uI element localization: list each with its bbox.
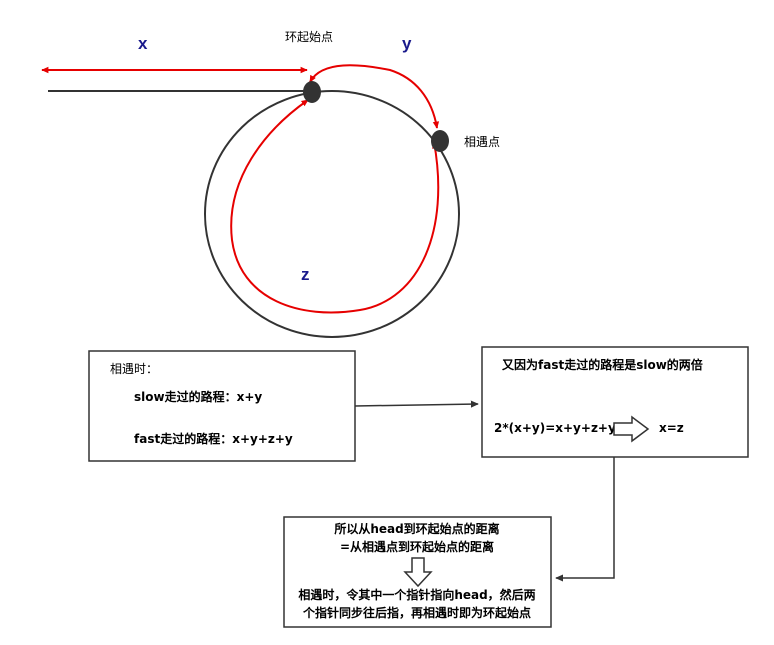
loop-start-label: 环起始点	[285, 30, 333, 44]
double-box-result: x=z	[659, 421, 684, 435]
x-label: x	[138, 34, 148, 53]
conclusion-line-1: 所以从head到环起始点的距离	[334, 521, 499, 536]
z-distance-arrow	[230, 99, 440, 314]
conclusion-line-4: 个指针同步往后指，再相遇时即为环起始点	[302, 605, 531, 620]
meet-box-slow: slow走过的路程：x+y	[134, 389, 262, 404]
y-distance-arrow	[309, 64, 440, 129]
meet-box-fast: fast走过的路程：x+y+z+y	[134, 431, 293, 446]
double-box-equation: 2*(x+y)=x+y+z+y	[494, 421, 616, 435]
loop-start-node	[303, 81, 321, 103]
conclusion-line-2: =从相遇点到环起始点的距离	[340, 539, 494, 554]
connector-meet-to-double	[354, 400, 479, 408]
linked-list-cycle-diagram: x y z 环起始点 相遇点 相遇时： slow走过的路程：x+y fast走过…	[41, 30, 749, 628]
z-label: z	[301, 265, 310, 284]
meeting-node	[431, 130, 449, 152]
connector-double-to-conclusion	[555, 457, 615, 582]
meet-box-title: 相遇时：	[110, 362, 158, 376]
loop-circle	[204, 90, 460, 338]
conclusion-line-3: 相遇时，令其中一个指针指向head，然后两	[298, 587, 535, 602]
y-label: y	[402, 34, 412, 53]
double-box-title: 又因为fast走过的路程是slow的两倍	[501, 357, 703, 372]
meeting-point-label: 相遇点	[464, 135, 500, 149]
